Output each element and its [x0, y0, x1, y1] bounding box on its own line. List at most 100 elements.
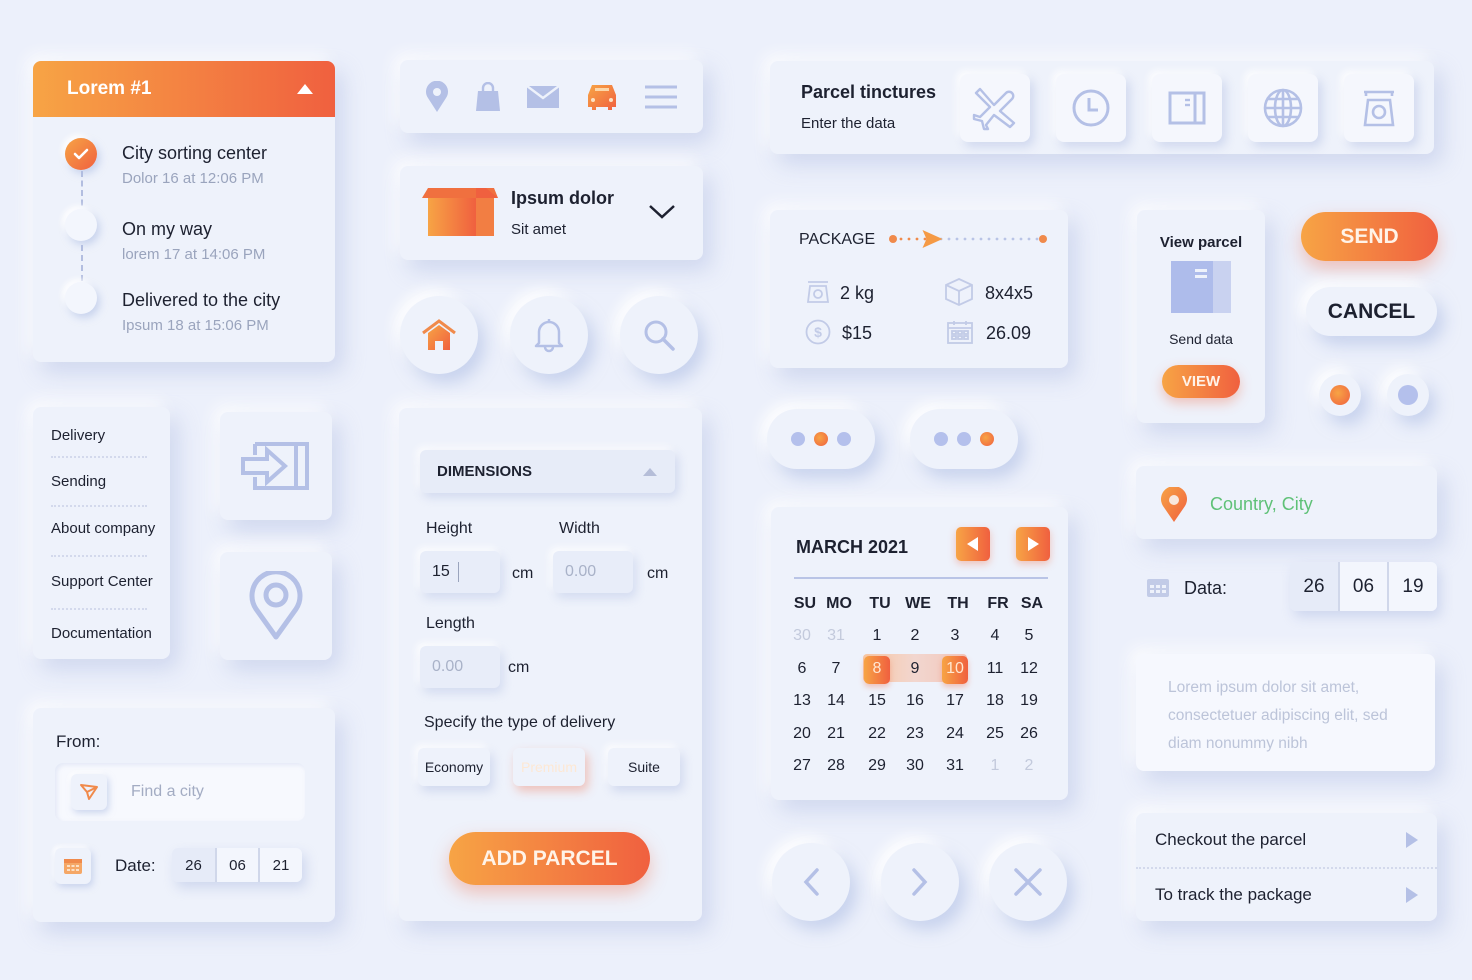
view-button[interactable]: VIEW — [1162, 365, 1240, 398]
chevron-down-icon[interactable] — [648, 204, 676, 220]
length-input[interactable]: 0.00 — [420, 646, 500, 688]
sign-in-tile[interactable] — [220, 412, 332, 520]
mail-icon[interactable] — [527, 85, 560, 108]
caret-up-icon[interactable] — [297, 84, 313, 94]
calendar-day[interactable]: 17 — [940, 692, 970, 710]
next-button[interactable] — [881, 843, 959, 921]
height-input[interactable]: 15 — [420, 551, 500, 593]
calendar-day[interactable]: 27 — [787, 757, 817, 775]
search-button[interactable] — [620, 296, 698, 374]
date-month[interactable]: 06 — [1338, 562, 1387, 611]
calendar-day[interactable]: 21 — [821, 725, 851, 743]
date-day[interactable]: 26 — [172, 848, 215, 882]
shopping-bag-icon[interactable] — [475, 81, 501, 112]
menu-item-support-center[interactable]: Support Center — [51, 573, 153, 590]
calendar-day[interactable]: 19 — [1014, 692, 1044, 710]
cancel-button[interactable]: CANCEL — [1306, 287, 1437, 336]
calendar-day[interactable]: 29 — [862, 757, 892, 775]
next-month-button[interactable] — [1016, 527, 1050, 561]
calendar-day[interactable]: 9 — [900, 660, 930, 678]
city-search-input[interactable]: Find a city — [131, 783, 204, 801]
calendar-day[interactable]: 31 — [940, 757, 970, 775]
calendar-day[interactable]: 25 — [980, 725, 1010, 743]
calendar-day[interactable]: 12 — [1014, 660, 1044, 678]
calendar-day[interactable]: 7 — [821, 660, 851, 678]
scale-tile[interactable] — [1344, 74, 1414, 142]
city-search-field[interactable]: Find a city — [55, 763, 305, 821]
pager-dot-active[interactable] — [814, 432, 828, 446]
pager-dot[interactable] — [791, 432, 805, 446]
option-economy[interactable]: Economy — [418, 748, 490, 786]
menu-item-sending[interactable]: Sending — [51, 473, 106, 490]
calendar-icon[interactable] — [55, 848, 91, 884]
airplane-tile[interactable] — [960, 74, 1030, 142]
pager-dot[interactable] — [957, 432, 971, 446]
location-field[interactable]: Country, City — [1136, 466, 1437, 539]
calendar-day[interactable]: 2 — [900, 627, 930, 645]
car-icon[interactable] — [586, 83, 618, 111]
calendar-day[interactable]: 18 — [980, 692, 1010, 710]
data-date-field[interactable]: 26 06 19 — [1290, 562, 1437, 611]
radio-option-orange[interactable] — [1319, 374, 1361, 416]
message-textarea[interactable]: Lorem ipsum dolor sit amet, consectetuer… — [1136, 654, 1435, 771]
location-pin-icon[interactable] — [425, 80, 449, 113]
calendar-day[interactable]: 1 — [980, 757, 1010, 775]
dimensions-header[interactable]: DIMENSIONS — [420, 450, 675, 493]
option-premium[interactable]: Premium — [513, 748, 585, 786]
date-field[interactable]: 26 06 21 — [172, 848, 302, 882]
location-text[interactable]: Country, City — [1210, 494, 1313, 515]
pager-indicator[interactable] — [767, 409, 875, 469]
calendar-day[interactable]: 30 — [900, 757, 930, 775]
caret-up-icon[interactable] — [643, 467, 657, 476]
calendar-day[interactable]: 28 — [821, 757, 851, 775]
menu-item-about-company[interactable]: About company — [51, 520, 155, 537]
calendar-day[interactable]: 5 — [1014, 627, 1044, 645]
calendar-day-selected[interactable]: 10 — [940, 660, 970, 678]
prev-month-button[interactable] — [956, 527, 990, 561]
parcel-dropdown[interactable]: Ipsum dolor Sit amet — [400, 166, 703, 260]
notifications-button[interactable] — [510, 296, 588, 374]
calendar-day[interactable]: 6 — [787, 660, 817, 678]
pager-dot-active[interactable] — [980, 432, 994, 446]
home-button[interactable] — [400, 296, 478, 374]
pager-indicator[interactable] — [910, 409, 1018, 469]
pager-dot[interactable] — [934, 432, 948, 446]
radio-option-blue[interactable] — [1387, 374, 1429, 416]
calendar-day[interactable]: 22 — [862, 725, 892, 743]
calendar-day[interactable]: 11 — [980, 660, 1010, 678]
option-suite[interactable]: Suite — [608, 748, 680, 786]
date-day[interactable]: 26 — [1290, 562, 1338, 611]
calendar-day[interactable]: 24 — [940, 725, 970, 743]
calendar-day[interactable]: 20 — [787, 725, 817, 743]
send-button[interactable]: SEND — [1301, 212, 1438, 261]
calendar-day[interactable]: 16 — [900, 692, 930, 710]
pager-dot[interactable] — [837, 432, 851, 446]
hamburger-menu-icon[interactable] — [644, 85, 678, 109]
calendar-day[interactable]: 23 — [900, 725, 930, 743]
timeline-header[interactable]: Lorem #1 — [33, 61, 335, 117]
add-parcel-button[interactable]: ADD PARCEL — [449, 832, 650, 885]
date-year[interactable]: 19 — [1387, 562, 1437, 611]
calendar-day[interactable]: 3 — [940, 627, 970, 645]
calendar-day[interactable]: 4 — [980, 627, 1010, 645]
previous-button[interactable] — [772, 843, 850, 921]
date-month[interactable]: 06 — [215, 848, 258, 882]
menu-item-documentation[interactable]: Documentation — [51, 625, 152, 642]
calendar-day[interactable]: 13 — [787, 692, 817, 710]
calendar-day[interactable]: 14 — [821, 692, 851, 710]
calendar-day[interactable]: 2 — [1014, 757, 1044, 775]
calendar-day[interactable]: 1 — [862, 627, 892, 645]
close-button[interactable] — [989, 843, 1067, 921]
checkout-parcel-link[interactable]: Checkout the parcel — [1136, 813, 1437, 867]
date-year[interactable]: 21 — [258, 848, 302, 882]
width-input[interactable]: 0.00 — [553, 551, 633, 593]
clock-tile[interactable] — [1056, 74, 1126, 142]
calendar-day[interactable]: 15 — [862, 692, 892, 710]
calendar-day[interactable]: 30 — [787, 627, 817, 645]
calendar-day-selected[interactable]: 8 — [862, 660, 892, 678]
menu-item-delivery[interactable]: Delivery — [51, 427, 105, 444]
track-package-link[interactable]: To track the package — [1136, 868, 1437, 921]
calendar-day[interactable]: 31 — [821, 627, 851, 645]
globe-tile[interactable] — [1248, 74, 1318, 142]
location-tile[interactable] — [220, 552, 332, 660]
